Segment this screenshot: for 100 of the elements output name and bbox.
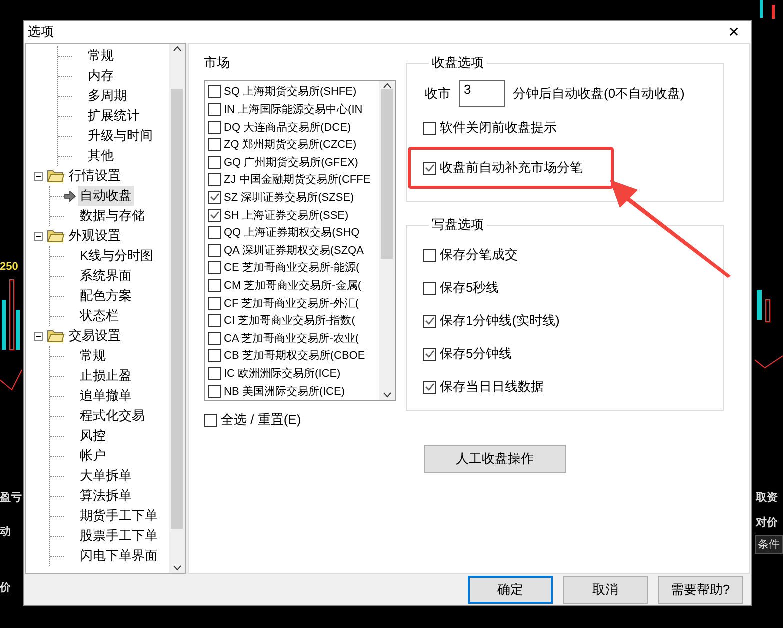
tree-item[interactable]: 常规 [86, 46, 116, 66]
market-label[interactable]: CE 芝加哥商业交易所-能源( [224, 260, 360, 276]
group-title: 收盘选项 [431, 54, 485, 72]
checkbox[interactable] [423, 162, 436, 174]
checkbox[interactable] [208, 279, 221, 292]
checkbox[interactable] [423, 248, 436, 262]
checkbox-label[interactable]: 全选 / 重置(E) [221, 411, 302, 429]
price-value: 250 [0, 261, 18, 273]
checkbox[interactable] [208, 208, 221, 222]
market-label[interactable]: SQ 上海期货交易所(SHFE) [224, 84, 357, 100]
checkbox[interactable] [208, 156, 221, 169]
checkbox[interactable] [208, 384, 221, 398]
checkbox-label[interactable]: 保存5秒线 [440, 279, 500, 297]
checkbox[interactable] [208, 314, 221, 328]
checkbox[interactable] [423, 380, 436, 394]
checkbox[interactable] [208, 173, 221, 186]
tree-item[interactable]: 帐户 [78, 446, 108, 466]
checkbox[interactable] [208, 190, 221, 204]
tree-item[interactable]: 止损止盈 [78, 366, 134, 386]
market-label[interactable]: QA 深圳证券期权交易(SZQA [224, 242, 364, 258]
volume-bar [16, 310, 20, 350]
scroll-down-icon[interactable] [382, 392, 392, 398]
panel-label: 价 [0, 581, 11, 595]
tree-item[interactable]: 常规 [78, 346, 108, 366]
dialog-button[interactable]: 取消 [563, 576, 648, 604]
checkbox-label[interactable]: 保存分笔成交 [440, 246, 518, 264]
market-label[interactable]: ZQ 郑州期货交易所(CZCE) [224, 137, 357, 152]
tab[interactable]: 条件 [755, 535, 783, 554]
tree-item[interactable]: 程式化交易 [78, 406, 147, 426]
market-label[interactable]: DQ 大连商品交易所(DCE) [224, 120, 352, 135]
checkbox[interactable] [208, 120, 221, 134]
tree-item[interactable]: 扩展统计 [86, 106, 142, 126]
checkbox[interactable] [423, 348, 436, 360]
scroll-up-icon[interactable] [172, 46, 182, 52]
tree-item[interactable]: 股票手工下单 [78, 526, 160, 546]
scroll-down-icon[interactable] [172, 565, 182, 571]
tree-item[interactable]: 大单拆单 [78, 466, 134, 486]
checkbox-label[interactable]: 收盘前自动补充市场分笔 [440, 159, 583, 177]
minutes-field[interactable]: 3 [459, 80, 505, 107]
tree-group[interactable]: 行情设置 [69, 167, 121, 185]
checkbox[interactable] [423, 282, 436, 294]
market-label[interactable]: NB 美国洲际交易所(ICE) [224, 384, 345, 399]
checkbox[interactable] [208, 261, 221, 274]
tree-item[interactable]: 状态栏 [78, 306, 121, 326]
dialog-button[interactable]: 确定 [468, 576, 553, 604]
market-label[interactable]: CI 芝加哥商业交易所-指数( [224, 313, 356, 328]
scrollbar[interactable] [379, 81, 395, 400]
tree-item[interactable]: 闪电下单界面 [78, 546, 160, 566]
tree-item[interactable]: 自动收盘 [78, 186, 134, 206]
collapse-icon[interactable] [34, 232, 43, 240]
market-label[interactable]: SZ 深圳证券交易所(SZSE) [224, 190, 354, 205]
checkbox[interactable] [208, 226, 221, 240]
tree-item[interactable]: 内存 [86, 66, 116, 86]
checkbox[interactable] [208, 138, 221, 152]
tree-item[interactable]: K线与分时图 [78, 246, 156, 266]
tree-item[interactable]: 风控 [78, 426, 108, 446]
market-label[interactable]: IC 欧洲洲际交易所(ICE) [224, 366, 341, 382]
tree-item[interactable]: 追单撤单 [78, 386, 134, 406]
manual-close-button[interactable]: 人工收盘操作 [424, 445, 566, 473]
checkbox-label[interactable]: 软件关闭前收盘提示 [440, 119, 557, 137]
close-button[interactable]: ✕ [719, 22, 749, 42]
folder-icon [47, 329, 65, 343]
scrollbar[interactable] [169, 44, 185, 573]
checkbox[interactable] [208, 367, 221, 380]
volume-bar [2, 300, 6, 350]
collapse-icon[interactable] [34, 332, 43, 340]
checkbox[interactable] [208, 85, 221, 98]
market-label[interactable]: QQ 上海证券期权交易(SHQ [224, 225, 360, 240]
dialog-button[interactable]: 需要帮助? [658, 576, 743, 604]
tree-item[interactable]: 期货手工下单 [78, 506, 160, 526]
tree-group[interactable]: 交易设置 [69, 327, 121, 345]
tree-item[interactable]: 其他 [86, 146, 116, 166]
market-label[interactable]: GQ 广州期货交易所(GFEX) [224, 154, 358, 170]
tree-item[interactable]: 数据与存储 [78, 206, 147, 226]
market-label[interactable]: IN 上海国际能源交易中心(IN [224, 102, 363, 117]
tree-item[interactable]: 升级与时间 [86, 126, 155, 146]
checkbox[interactable] [208, 349, 221, 362]
tree-item[interactable]: 多周期 [86, 86, 129, 106]
checkbox[interactable] [208, 296, 221, 310]
checkbox-label[interactable]: 保存当日日线数据 [440, 378, 544, 396]
market-label[interactable]: ZJ 中国金融期货交易所(CFFE [224, 172, 371, 188]
collapse-icon[interactable] [34, 172, 43, 180]
checkbox[interactable] [423, 314, 436, 328]
tree-item[interactable]: 算法拆单 [78, 486, 134, 506]
tree-group[interactable]: 外观设置 [69, 227, 121, 245]
checkbox[interactable] [204, 414, 217, 426]
market-label[interactable]: CA 芝加哥商业交易所-农业( [224, 330, 360, 346]
checkbox-label[interactable]: 保存5分钟线 [440, 345, 512, 363]
market-label[interactable]: CM 芝加哥商业交易所-金属( [224, 278, 362, 293]
checkbox[interactable] [423, 122, 436, 134]
checkbox[interactable] [208, 244, 221, 257]
market-label[interactable]: CF 芝加哥商业交易所-外汇( [224, 296, 360, 311]
market-label[interactable]: SH 上海证券交易所(SSE) [224, 208, 349, 223]
tree-item[interactable]: 配色方案 [78, 286, 134, 306]
tree-item[interactable]: 系统界面 [78, 266, 134, 286]
checkbox[interactable] [208, 102, 221, 116]
checkbox-label[interactable]: 保存1分钟线(实时线) [440, 312, 560, 330]
market-label[interactable]: CB 芝加哥期权交易所(CBOE [224, 348, 366, 364]
checkbox[interactable] [208, 332, 221, 345]
scroll-up-icon[interactable] [382, 83, 392, 89]
